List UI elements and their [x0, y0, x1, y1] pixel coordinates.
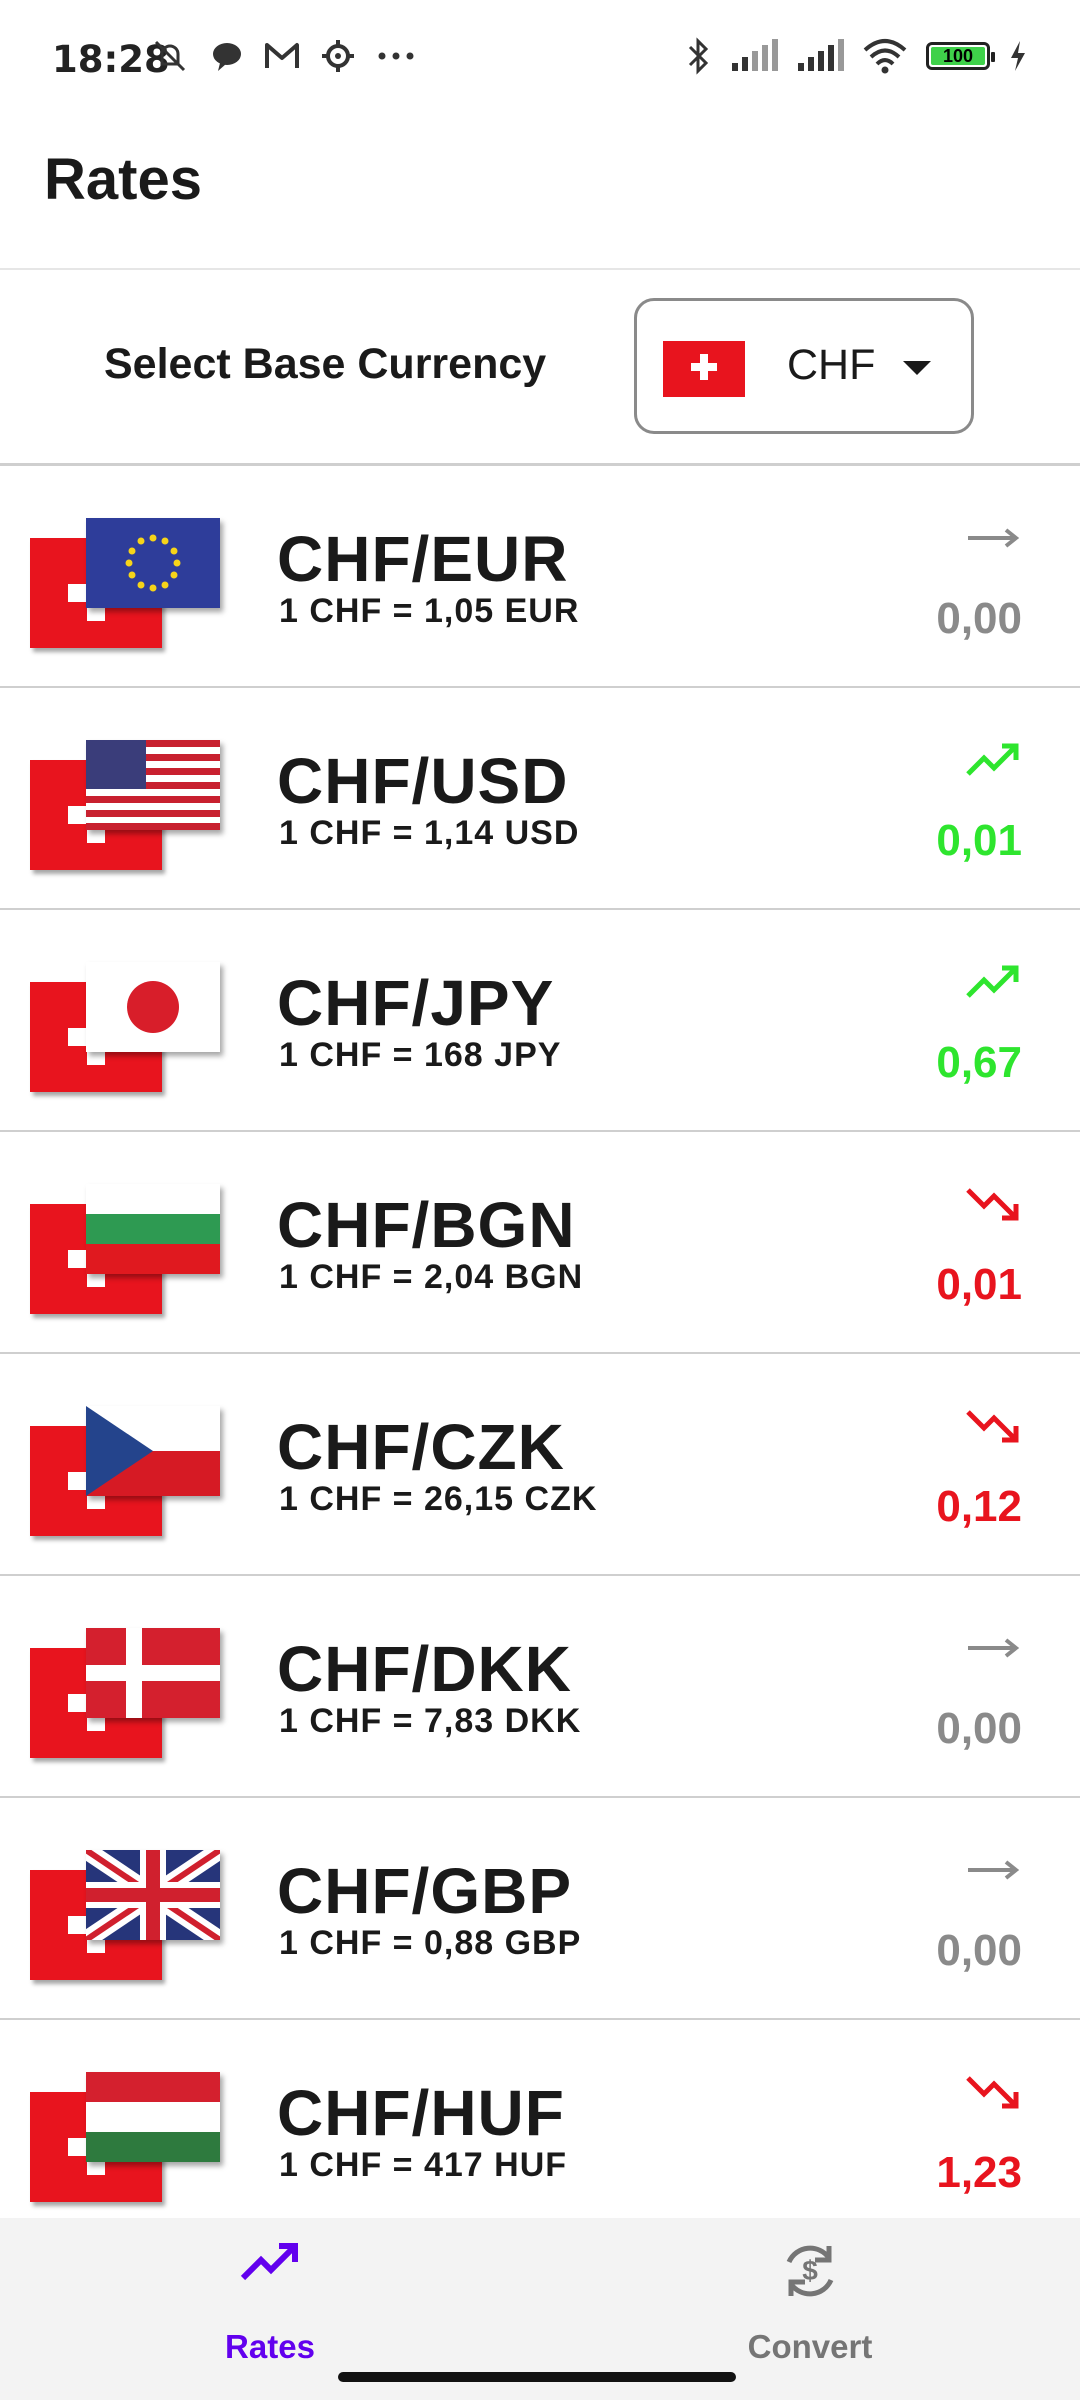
trending-up-icon [240, 2243, 298, 2281]
hungary-flag-icon [86, 2072, 220, 2162]
currency-exchange-icon: $ [786, 2245, 834, 2297]
currency-pair: CHF/EUR [277, 523, 569, 595]
rate-change: 0,67 [936, 1038, 1022, 1087]
rate-row-dkk[interactable]: CHF/DKK 1 CHF = 7,83 DKK 0,00 [0, 1574, 1080, 1796]
czech-flag-icon [86, 1406, 220, 1496]
base-currency-dropdown[interactable]: CHF [634, 298, 974, 434]
japan-flag-icon [86, 962, 220, 1052]
battery-level: 100 [942, 46, 974, 66]
rate-change: 0,01 [936, 816, 1022, 865]
exchange-rate: 1 CHF = 7,83 DKK [279, 1702, 582, 1740]
home-indicator[interactable] [338, 2372, 736, 2382]
currency-pair: CHF/JPY [277, 967, 555, 1039]
trending-flat-icon [968, 1860, 1020, 1880]
wifi-icon [863, 39, 907, 74]
rate-row-usd[interactable]: CHF/USD 1 CHF = 1,14 USD 0,01 [0, 686, 1080, 908]
trending-flat-icon [968, 1638, 1020, 1658]
trending-down-icon [966, 1188, 1019, 1221]
rate-change: 0,01 [936, 1260, 1022, 1309]
eu-flag-icon [86, 518, 220, 608]
settings-gear-icon [322, 40, 354, 72]
currency-pair: CHF/GBP [277, 1855, 572, 1927]
currency-pair: CHF/USD [277, 745, 569, 817]
rate-row-eur[interactable]: CHF/EUR 1 CHF = 1,05 EUR 0,00 [0, 464, 1080, 686]
bulgaria-flag-icon [86, 1184, 220, 1274]
nav-tab-label: Convert [747, 2328, 873, 2365]
exchange-rate: 1 CHF = 2,04 BGN [279, 1258, 584, 1296]
rate-change: 0,00 [936, 594, 1022, 643]
page-title: Rates [44, 147, 202, 212]
currency-pair: CHF/HUF [277, 2077, 565, 2149]
more-dots-icon [378, 52, 414, 60]
exchange-rate: 1 CHF = 0,88 GBP [279, 1924, 582, 1962]
exchange-rate: 1 CHF = 1,05 EUR [279, 592, 580, 630]
battery-icon: 100 [926, 42, 995, 70]
chevron-down-icon [903, 361, 931, 375]
trending-up-icon [966, 743, 1019, 776]
exchange-rate: 1 CHF = 417 HUF [279, 2146, 568, 2184]
charging-icon [1011, 41, 1025, 71]
nav-tab-label: Rates [225, 2328, 315, 2365]
denmark-flag-icon [86, 1628, 220, 1718]
rate-row-czk[interactable]: CHF/CZK 1 CHF = 26,15 CZK 0,12 [0, 1352, 1080, 1574]
signal-icon [798, 39, 844, 71]
currency-pair: CHF/BGN [277, 1189, 576, 1261]
exchange-rate: 1 CHF = 1,14 USD [279, 814, 580, 852]
switzerland-flag-icon [663, 341, 745, 397]
currency-pair: CHF/CZK [277, 1411, 565, 1483]
mute-notification-icon [154, 40, 186, 72]
base-currency-label: Select Base Currency [104, 340, 547, 388]
trending-up-icon [966, 965, 1019, 998]
trending-down-icon [966, 2076, 1019, 2109]
svg-text:$: $ [802, 2255, 818, 2286]
bluetooth-icon [688, 37, 709, 75]
rate-change: 1,23 [936, 2148, 1022, 2197]
exchange-rate: 1 CHF = 26,15 CZK [279, 1480, 598, 1518]
rate-change: 0,00 [936, 1926, 1022, 1975]
signal-icon [732, 39, 778, 71]
rate-row-gbp[interactable]: CHF/GBP 1 CHF = 0,88 GBP 0,00 [0, 1796, 1080, 2018]
rate-change: 0,12 [936, 1482, 1022, 1531]
us-flag-icon [86, 740, 220, 830]
trending-down-icon [966, 1410, 1019, 1443]
gmail-icon [265, 43, 299, 68]
exchange-rate: 1 CHF = 168 JPY [279, 1036, 562, 1074]
rates-list: CHF/EUR 1 CHF = 1,05 EUR 0,00 CHF/USD 1 … [0, 464, 1080, 2240]
status-bar: 18:28 100 [0, 0, 1080, 120]
rate-row-bgn[interactable]: CHF/BGN 1 CHF = 2,04 BGN 0,01 [0, 1130, 1080, 1352]
rate-row-huf[interactable]: CHF/HUF 1 CHF = 417 HUF 1,23 [0, 2018, 1080, 2240]
currency-pair: CHF/DKK [277, 1633, 572, 1705]
trending-flat-icon [968, 528, 1020, 548]
uk-flag-icon [86, 1850, 220, 1940]
base-currency-value: CHF [787, 341, 876, 389]
rate-row-jpy[interactable]: CHF/JPY 1 CHF = 168 JPY 0,67 [0, 908, 1080, 1130]
chat-bubble-icon [213, 43, 241, 71]
divider [0, 268, 1080, 270]
rate-change: 0,00 [936, 1704, 1022, 1753]
